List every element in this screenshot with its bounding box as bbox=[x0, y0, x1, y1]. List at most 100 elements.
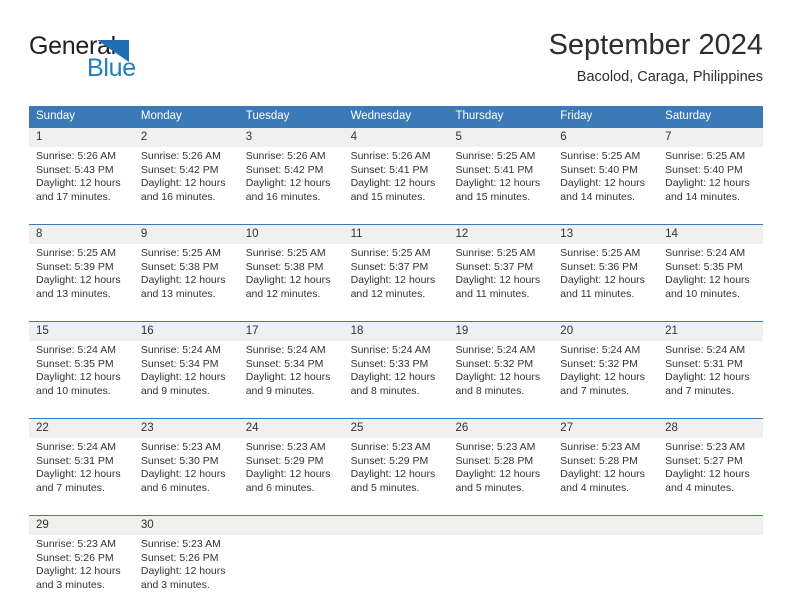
day-cell[interactable]: Sunrise: 5:23 AM Sunset: 5:28 PM Dayligh… bbox=[553, 438, 658, 506]
sunrise-text: Sunrise: 5:24 AM bbox=[665, 247, 746, 259]
week-daynumber-band: 15 16 17 18 19 20 21 bbox=[29, 322, 763, 341]
day-number[interactable]: 21 bbox=[658, 322, 763, 341]
day-number[interactable]: 26 bbox=[448, 419, 553, 438]
daylight-text: Daylight: 12 hours and 14 minutes. bbox=[665, 177, 750, 203]
day-cell[interactable]: Sunrise: 5:25 AM Sunset: 5:40 PM Dayligh… bbox=[658, 147, 763, 215]
day-cell[interactable]: Sunrise: 5:25 AM Sunset: 5:40 PM Dayligh… bbox=[553, 147, 658, 215]
day-cell[interactable]: Sunrise: 5:25 AM Sunset: 5:37 PM Dayligh… bbox=[344, 244, 449, 312]
daylight-text: Daylight: 12 hours and 4 minutes. bbox=[560, 468, 645, 494]
day-number[interactable]: 6 bbox=[553, 128, 658, 147]
day-number[interactable]: 17 bbox=[239, 322, 344, 341]
day-cell[interactable]: Sunrise: 5:26 AM Sunset: 5:43 PM Dayligh… bbox=[29, 147, 134, 215]
calendar-week-row: 22 23 24 25 26 27 28 Sunrise: 5:24 AM Su… bbox=[29, 418, 763, 515]
day-number[interactable]: 1 bbox=[29, 128, 134, 147]
sunrise-text: Sunrise: 5:23 AM bbox=[140, 441, 221, 453]
day-cell[interactable]: Sunrise: 5:23 AM Sunset: 5:26 PM Dayligh… bbox=[29, 535, 134, 603]
sunrise-text: Sunrise: 5:26 AM bbox=[140, 150, 221, 162]
day-number[interactable]: 25 bbox=[344, 419, 449, 438]
sunrise-text: Sunrise: 5:24 AM bbox=[350, 344, 431, 356]
day-cell[interactable]: Sunrise: 5:25 AM Sunset: 5:36 PM Dayligh… bbox=[553, 244, 658, 312]
daylight-text: Daylight: 12 hours and 6 minutes. bbox=[140, 468, 226, 494]
day-number[interactable]: 29 bbox=[29, 516, 134, 535]
day-number[interactable]: 28 bbox=[658, 419, 763, 438]
day-cell[interactable]: Sunrise: 5:25 AM Sunset: 5:38 PM Dayligh… bbox=[239, 244, 344, 312]
day-cell[interactable]: Sunrise: 5:25 AM Sunset: 5:37 PM Dayligh… bbox=[448, 244, 553, 312]
sunset-text: Sunset: 5:34 PM bbox=[245, 357, 324, 370]
week-spacer bbox=[29, 409, 763, 418]
day-cell[interactable]: Sunrise: 5:23 AM Sunset: 5:29 PM Dayligh… bbox=[239, 438, 344, 506]
day-number[interactable]: 3 bbox=[239, 128, 344, 147]
sunrise-text: Sunrise: 5:26 AM bbox=[36, 150, 116, 162]
calendar-page: General Blue September 2024 Bacolod, Car… bbox=[0, 0, 792, 612]
day-number[interactable]: 9 bbox=[134, 225, 239, 244]
sunrise-text: Sunrise: 5:24 AM bbox=[36, 441, 116, 453]
day-number[interactable]: 30 bbox=[134, 516, 239, 535]
calendar-week-row: 29 30 Sunrise: 5:23 AM Sunset: 5:26 PM D… bbox=[29, 515, 763, 612]
day-number[interactable]: 10 bbox=[239, 225, 344, 244]
day-cell[interactable]: Sunrise: 5:26 AM Sunset: 5:42 PM Dayligh… bbox=[134, 147, 239, 215]
daylight-text: Daylight: 12 hours and 11 minutes. bbox=[455, 274, 541, 300]
day-number[interactable]: 11 bbox=[344, 225, 449, 244]
day-cell[interactable]: Sunrise: 5:23 AM Sunset: 5:27 PM Dayligh… bbox=[658, 438, 763, 506]
day-number[interactable]: 20 bbox=[553, 322, 658, 341]
day-cell[interactable]: Sunrise: 5:24 AM Sunset: 5:31 PM Dayligh… bbox=[658, 341, 763, 409]
day-number[interactable]: 15 bbox=[29, 322, 134, 341]
day-cell[interactable]: Sunrise: 5:24 AM Sunset: 5:35 PM Dayligh… bbox=[29, 341, 134, 409]
day-number[interactable]: 12 bbox=[448, 225, 553, 244]
day-cell[interactable]: Sunrise: 5:24 AM Sunset: 5:35 PM Dayligh… bbox=[658, 244, 763, 312]
daylight-text: Daylight: 12 hours and 13 minutes. bbox=[36, 274, 121, 300]
daylight-text: Daylight: 12 hours and 12 minutes. bbox=[350, 274, 436, 300]
daylight-text: Daylight: 12 hours and 10 minutes. bbox=[665, 274, 750, 300]
day-number[interactable]: 24 bbox=[239, 419, 344, 438]
day-cell[interactable]: Sunrise: 5:24 AM Sunset: 5:34 PM Dayligh… bbox=[134, 341, 239, 409]
general-blue-logo[interactable]: General Blue bbox=[29, 32, 229, 88]
sunset-text: Sunset: 5:34 PM bbox=[140, 357, 219, 370]
day-number[interactable]: 7 bbox=[658, 128, 763, 147]
sunrise-text: Sunrise: 5:23 AM bbox=[140, 538, 221, 550]
day-number[interactable]: 19 bbox=[448, 322, 553, 341]
day-cell[interactable]: Sunrise: 5:24 AM Sunset: 5:32 PM Dayligh… bbox=[448, 341, 553, 409]
day-cell[interactable]: Sunrise: 5:23 AM Sunset: 5:30 PM Dayligh… bbox=[134, 438, 239, 506]
day-cell[interactable]: Sunrise: 5:23 AM Sunset: 5:28 PM Dayligh… bbox=[448, 438, 553, 506]
page-header: General Blue September 2024 Bacolod, Car… bbox=[29, 28, 763, 96]
day-number[interactable]: 22 bbox=[29, 419, 134, 438]
day-number[interactable]: 27 bbox=[553, 419, 658, 438]
day-number[interactable]: 23 bbox=[134, 419, 239, 438]
daylight-text: Daylight: 12 hours and 10 minutes. bbox=[36, 371, 121, 397]
daylight-text: Daylight: 12 hours and 12 minutes. bbox=[245, 274, 331, 300]
day-cell[interactable]: Sunrise: 5:25 AM Sunset: 5:38 PM Dayligh… bbox=[134, 244, 239, 312]
sunset-text: Sunset: 5:35 PM bbox=[36, 357, 114, 370]
calendar-week-row: 15 16 17 18 19 20 21 Sunrise: 5:24 AM Su… bbox=[29, 321, 763, 418]
week-daynumber-band: 29 30 bbox=[29, 516, 763, 535]
day-cell[interactable]: Sunrise: 5:23 AM Sunset: 5:26 PM Dayligh… bbox=[134, 535, 239, 603]
day-number[interactable]: 8 bbox=[29, 225, 134, 244]
week-spacer bbox=[29, 215, 763, 224]
day-cell[interactable]: Sunrise: 5:23 AM Sunset: 5:29 PM Dayligh… bbox=[344, 438, 449, 506]
day-cell-empty bbox=[658, 535, 763, 603]
sunset-text: Sunset: 5:40 PM bbox=[665, 163, 743, 176]
day-number[interactable]: 18 bbox=[344, 322, 449, 341]
sunset-text: Sunset: 5:31 PM bbox=[36, 454, 114, 467]
day-cell[interactable]: Sunrise: 5:25 AM Sunset: 5:41 PM Dayligh… bbox=[448, 147, 553, 215]
weekday-header-thursday: Thursday bbox=[455, 110, 504, 122]
day-number[interactable]: 13 bbox=[553, 225, 658, 244]
sunrise-text: Sunrise: 5:23 AM bbox=[665, 441, 746, 453]
calendar-week-row: 1 2 3 4 5 6 7 Sunrise: 5:26 AM Sunset: 5… bbox=[29, 127, 763, 224]
day-cell[interactable]: Sunrise: 5:26 AM Sunset: 5:42 PM Dayligh… bbox=[239, 147, 344, 215]
day-cell[interactable]: Sunrise: 5:24 AM Sunset: 5:34 PM Dayligh… bbox=[239, 341, 344, 409]
sunrise-text: Sunrise: 5:25 AM bbox=[455, 247, 536, 259]
weekday-header-wednesday: Wednesday bbox=[350, 110, 412, 122]
day-number[interactable]: 5 bbox=[448, 128, 553, 147]
day-number[interactable]: 14 bbox=[658, 225, 763, 244]
day-number[interactable]: 16 bbox=[134, 322, 239, 341]
daylight-text: Daylight: 12 hours and 7 minutes. bbox=[665, 371, 750, 397]
day-number[interactable]: 4 bbox=[344, 128, 449, 147]
daylight-text: Daylight: 12 hours and 7 minutes. bbox=[36, 468, 121, 494]
day-cell[interactable]: Sunrise: 5:24 AM Sunset: 5:31 PM Dayligh… bbox=[29, 438, 134, 506]
day-cell[interactable]: Sunrise: 5:24 AM Sunset: 5:32 PM Dayligh… bbox=[553, 341, 658, 409]
day-number[interactable]: 2 bbox=[134, 128, 239, 147]
day-cell[interactable]: Sunrise: 5:26 AM Sunset: 5:41 PM Dayligh… bbox=[344, 147, 449, 215]
day-cell[interactable]: Sunrise: 5:24 AM Sunset: 5:33 PM Dayligh… bbox=[344, 341, 449, 409]
day-cell[interactable]: Sunrise: 5:25 AM Sunset: 5:39 PM Dayligh… bbox=[29, 244, 134, 312]
daylight-text: Daylight: 12 hours and 4 minutes. bbox=[665, 468, 750, 494]
